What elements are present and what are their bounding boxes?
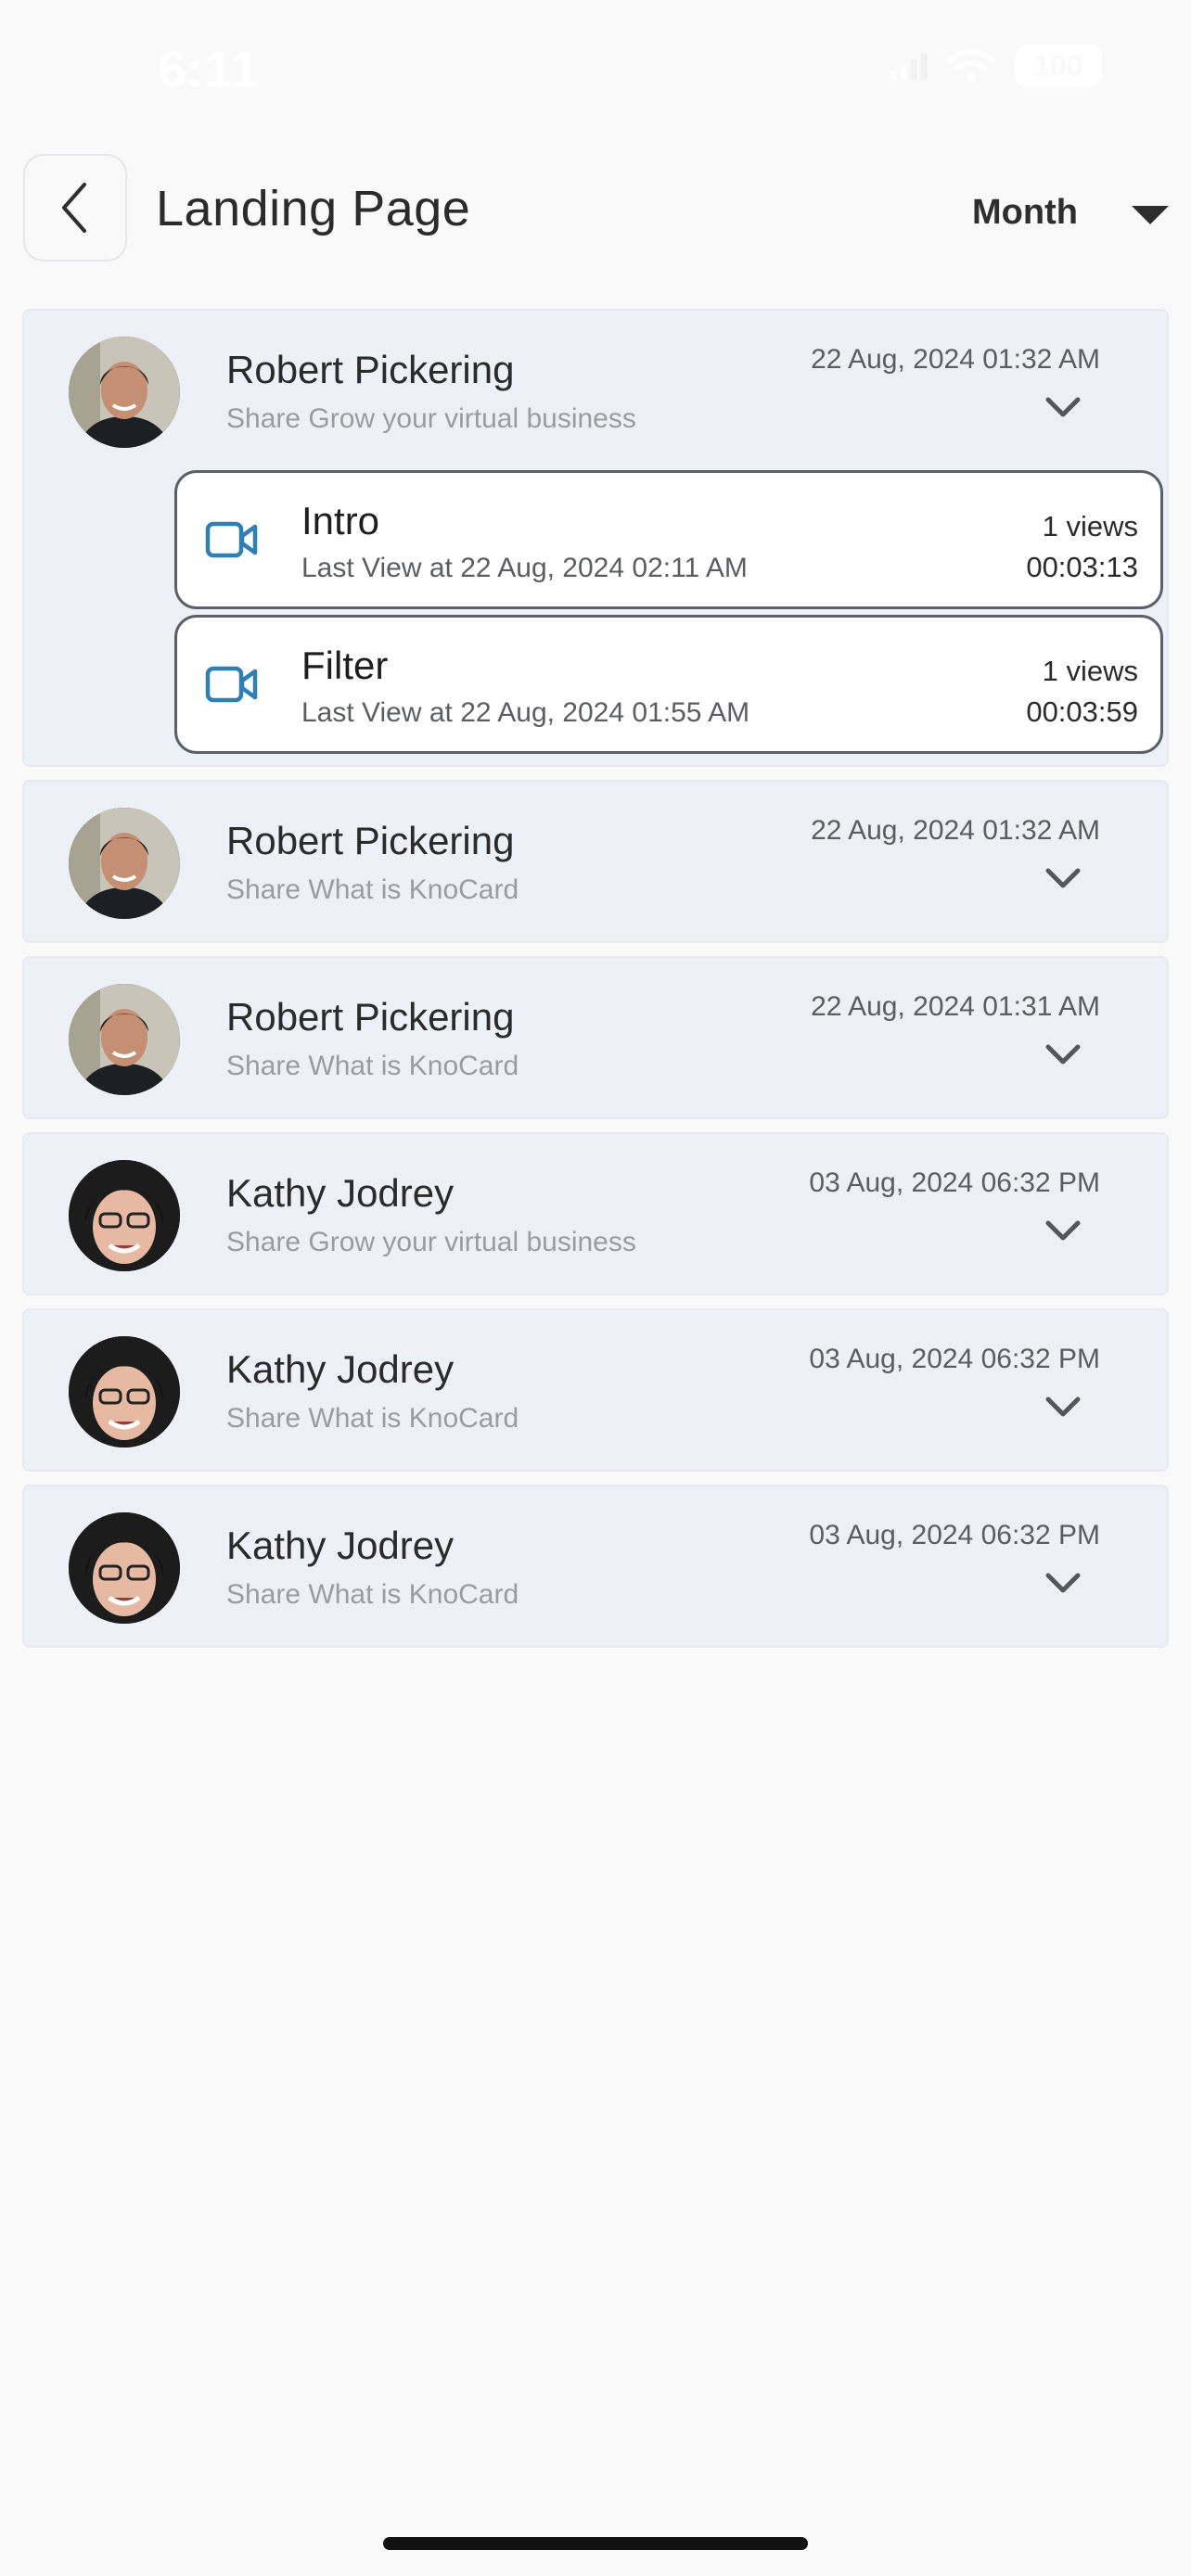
- video-views: 1 views: [1042, 510, 1138, 542]
- share-date: 03 Aug, 2024 06:32 PM: [809, 1520, 1100, 1550]
- video-item[interactable]: Filter Last View at 22 Aug, 2024 01:55 AM…: [174, 615, 1163, 754]
- share-subtitle: Share Grow your virtual business: [226, 403, 636, 434]
- card-header[interactable]: Robert Pickering Share What is KnoCard 22 …: [24, 782, 1167, 941]
- chevron-down-icon[interactable]: [1044, 1218, 1082, 1243]
- card-header[interactable]: Kathy Jodrey Share What is KnoCard 03 Aug,…: [24, 1486, 1167, 1646]
- activity-card[interactable]: Kathy Jodrey Share Grow your virtual busi…: [22, 1132, 1169, 1295]
- video-last-view: Last View at 22 Aug, 2024 02:11 AM: [301, 553, 748, 583]
- card-header[interactable]: Kathy Jodrey Share Grow your virtual busi…: [24, 1134, 1167, 1294]
- chevron-down-icon[interactable]: [1044, 865, 1082, 891]
- video-duration: 00:03:13: [1026, 551, 1138, 583]
- activity-card[interactable]: Robert Pickering Share Grow your virtual …: [22, 309, 1169, 767]
- expand-toggle[interactable]: [1044, 1041, 1082, 1072]
- signal-icon: [890, 54, 928, 80]
- video-item[interactable]: Intro Last View at 22 Aug, 2024 02:11 AM 1…: [174, 470, 1163, 609]
- contact-name: Robert Pickering: [226, 995, 515, 1039]
- video-title: Filter: [301, 644, 389, 687]
- chevron-down-icon[interactable]: [1044, 1570, 1082, 1596]
- period-dropdown[interactable]: Month: [972, 189, 1176, 245]
- period-label: Month: [972, 193, 1078, 232]
- caret-down-icon: [1132, 206, 1169, 224]
- avatar: [69, 984, 180, 1095]
- back-button[interactable]: [23, 154, 127, 261]
- share-date: 03 Aug, 2024 06:32 PM: [809, 1344, 1100, 1374]
- share-subtitle: Share What is KnoCard: [226, 874, 519, 905]
- activity-card[interactable]: Robert Pickering Share What is KnoCard 22 …: [22, 780, 1169, 943]
- activity-card[interactable]: Kathy Jodrey Share What is KnoCard 03 Aug,…: [22, 1485, 1169, 1648]
- share-date: 22 Aug, 2024 01:32 AM: [811, 344, 1100, 375]
- share-date: 22 Aug, 2024 01:31 AM: [811, 991, 1100, 1022]
- card-header[interactable]: Kathy Jodrey Share What is KnoCard 03 Aug,…: [24, 1310, 1167, 1470]
- chevron-down-icon[interactable]: [1044, 1041, 1082, 1067]
- page-title: Landing Page: [156, 181, 471, 236]
- status-bar: 6:11 100: [0, 0, 1191, 139]
- chevron-down-icon[interactable]: [1044, 394, 1082, 420]
- share-date: 03 Aug, 2024 06:32 PM: [809, 1167, 1100, 1198]
- video-title: Intro: [301, 499, 380, 542]
- share-subtitle: Share Grow your virtual business: [226, 1227, 636, 1257]
- contact-name: Robert Pickering: [226, 819, 515, 862]
- avatar: [69, 1512, 180, 1624]
- header: Landing Page Month: [0, 148, 1191, 269]
- contact-name: Kathy Jodrey: [226, 1524, 455, 1567]
- contact-name: Robert Pickering: [226, 348, 515, 391]
- avatar: [69, 1160, 180, 1271]
- activity-card[interactable]: Robert Pickering Share What is KnoCard 22 …: [22, 956, 1169, 1119]
- video-last-view: Last View at 22 Aug, 2024 01:55 AM: [301, 697, 750, 728]
- chevron-left-icon: [62, 183, 86, 233]
- activity-card[interactable]: Kathy Jodrey Share What is KnoCard 03 Aug,…: [22, 1308, 1169, 1472]
- chevron-down-icon[interactable]: [1044, 1394, 1082, 1420]
- activity-list: Robert Pickering Share Grow your virtual …: [22, 309, 1169, 1661]
- share-date: 22 Aug, 2024 01:32 AM: [811, 815, 1100, 846]
- share-subtitle: Share What is KnoCard: [226, 1579, 519, 1610]
- battery-indicator: 100: [1015, 45, 1102, 87]
- expand-toggle[interactable]: [1044, 1570, 1082, 1600]
- video-views: 1 views: [1042, 655, 1138, 687]
- expand-toggle[interactable]: [1044, 1394, 1082, 1424]
- avatar: [69, 808, 180, 919]
- share-subtitle: Share What is KnoCard: [226, 1403, 519, 1434]
- status-time: 6:11: [158, 40, 259, 98]
- share-subtitle: Share What is KnoCard: [226, 1051, 519, 1081]
- contact-name: Kathy Jodrey: [226, 1347, 455, 1391]
- card-header[interactable]: Robert Pickering Share Grow your virtual …: [24, 311, 1167, 470]
- expand-toggle[interactable]: [1044, 865, 1082, 896]
- avatar: [69, 337, 180, 448]
- contact-name: Kathy Jodrey: [226, 1171, 455, 1215]
- video-list: Intro Last View at 22 Aug, 2024 02:11 AM 1…: [24, 470, 1167, 765]
- expand-toggle[interactable]: [1044, 394, 1082, 425]
- status-icons: 100: [890, 45, 1102, 87]
- video-camera-icon: [205, 521, 259, 563]
- video-duration: 00:03:59: [1026, 695, 1138, 728]
- expand-toggle[interactable]: [1044, 1218, 1082, 1248]
- avatar: [69, 1336, 180, 1447]
- video-camera-icon: [205, 666, 259, 708]
- wifi-icon: [948, 49, 994, 82]
- home-indicator: [383, 2537, 808, 2550]
- card-header[interactable]: Robert Pickering Share What is KnoCard 22 …: [24, 958, 1167, 1117]
